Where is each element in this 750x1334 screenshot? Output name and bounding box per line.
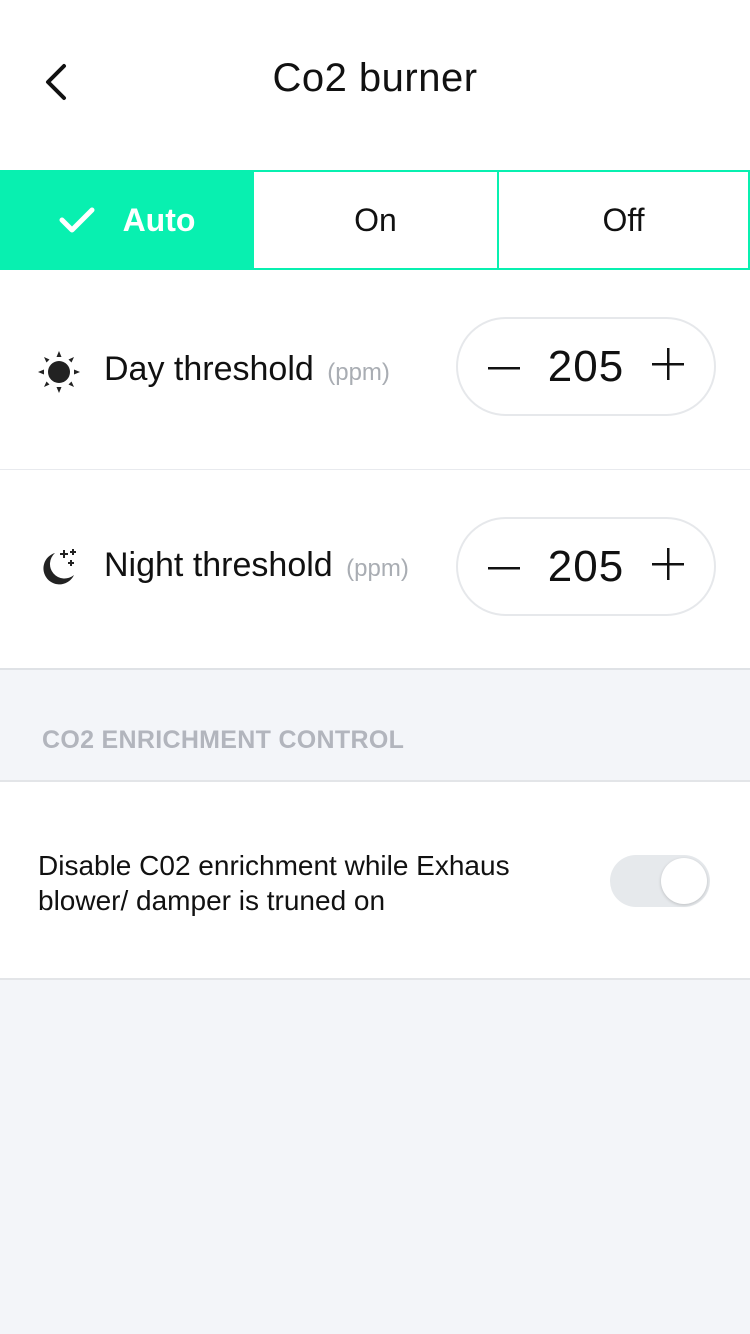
enrichment-section-header: CO2 ENRICHMENT CONTROL: [0, 672, 750, 780]
page-title: Co2 burner: [272, 56, 478, 100]
mode-off-label: Off: [602, 201, 645, 238]
day-threshold-label: Day threshold (ppm): [104, 350, 390, 389]
night-threshold-row: Night threshold (ppm) 205: [0, 470, 750, 670]
sun-icon: [38, 351, 80, 393]
enrichment-toggle-label-line1: Disable C02 enrichment while Exhaus: [38, 850, 510, 881]
plus-icon: [651, 348, 684, 385]
night-threshold-label: Night threshold (ppm): [104, 546, 409, 585]
night-decrement-button[interactable]: [486, 549, 522, 585]
day-threshold-value: 205: [547, 341, 625, 391]
moon-stars-icon: [38, 547, 80, 589]
night-increment-button[interactable]: [650, 548, 686, 585]
day-threshold-stepper: 205: [456, 317, 716, 416]
day-decrement-button[interactable]: [486, 349, 522, 385]
mode-auto-label: Auto: [122, 201, 196, 238]
disable-enrichment-toggle[interactable]: [610, 855, 710, 907]
day-threshold-row: Day threshold (ppm) 205: [0, 270, 750, 470]
night-threshold-stepper: 205: [456, 517, 716, 616]
mode-on-label: On: [354, 201, 397, 238]
section-title: CO2 ENRICHMENT CONTROL: [42, 726, 405, 754]
co2-burner-screen: Co2 burner Auto On Off Day threshold (pp…: [0, 0, 750, 1334]
mode-on-segment[interactable]: On: [254, 170, 499, 270]
header: Co2 burner: [0, 0, 750, 170]
enrichment-toggle-label: Disable C02 enrichment while Exhaus blow…: [38, 848, 558, 918]
day-threshold-unit: (ppm): [327, 359, 390, 386]
toggle-knob: [661, 858, 707, 904]
mode-auto-segment[interactable]: Auto: [0, 170, 254, 270]
enrichment-toggle-row: Disable C02 enrichment while Exhaus blow…: [0, 780, 750, 980]
night-threshold-unit: (ppm): [346, 555, 409, 582]
day-increment-button[interactable]: [650, 348, 686, 385]
minus-icon: [488, 358, 520, 376]
minus-icon: [488, 558, 520, 576]
mode-segmented-control: Auto On Off: [0, 170, 750, 270]
check-icon: [59, 206, 95, 234]
plus-icon: [651, 548, 684, 585]
mode-off-segment[interactable]: Off: [499, 170, 750, 270]
day-threshold-title: Day threshold: [104, 350, 314, 388]
enrichment-toggle-label-line2: blower/ damper is truned on: [38, 885, 386, 916]
night-threshold-value: 205: [547, 541, 625, 591]
night-threshold-title: Night threshold: [104, 546, 333, 584]
